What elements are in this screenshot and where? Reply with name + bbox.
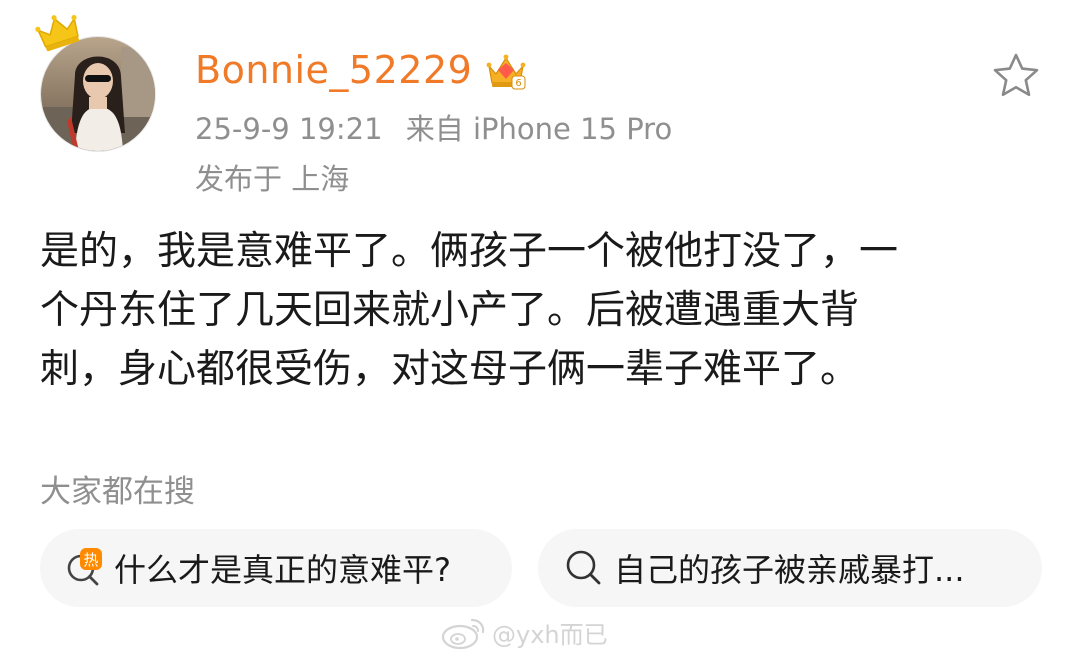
- post-source: 来自 iPhone 15 Pro: [405, 112, 673, 146]
- avatar-container[interactable]: [30, 12, 160, 152]
- crown-icon: [35, 15, 80, 52]
- username-row: Bonnie_52229 6: [195, 40, 528, 100]
- post-meta: 25-9-9 19:21 来自 iPhone 15 Pro: [195, 106, 672, 148]
- search-suggestion-chip[interactable]: 自己的孩子被亲戚暴打...: [538, 529, 1042, 607]
- post-text-line: 刺，身心都很受伤，对这母子俩一辈子难平了。: [40, 347, 860, 392]
- post-text-line: 是的，我是意难平了。俩孩子一个被他打没了，一: [40, 229, 899, 274]
- search-suggestions-heading: 大家都在搜: [40, 474, 195, 510]
- search-icon: [566, 550, 601, 585]
- search-suggestion-label: 什么才是真正的意难平?: [114, 551, 451, 589]
- username[interactable]: Bonnie_52229: [195, 48, 472, 92]
- search-suggestion-label: 自己的孩子被亲戚暴打...: [614, 551, 965, 589]
- post-location: 发布于 上海: [195, 162, 350, 196]
- hot-label: 热: [83, 551, 98, 569]
- watermark: @yxh而已: [440, 610, 608, 654]
- vip-crown-level-6-icon[interactable]: 6: [484, 50, 528, 90]
- watermark-text: @yxh而已: [492, 620, 608, 649]
- post-text: 是的，我是意难平了。俩孩子一个被他打没了，一 个丹东住了几天回来就小产了。后被遭…: [40, 222, 1045, 399]
- hot-search-icon: 热: [67, 548, 102, 586]
- star-outline-icon[interactable]: [990, 50, 1042, 100]
- weibo-logo-icon: [441, 618, 485, 650]
- post-text-line: 个丹东住了几天回来就小产了。后被遭遇重大背: [40, 288, 860, 333]
- post-timestamp: 25-9-9 19:21: [195, 112, 383, 146]
- search-suggestion-chip[interactable]: 热 什么才是真正的意难平?: [40, 529, 512, 607]
- avatar-photo: [41, 37, 155, 151]
- vip-level-text: 6: [516, 78, 522, 89]
